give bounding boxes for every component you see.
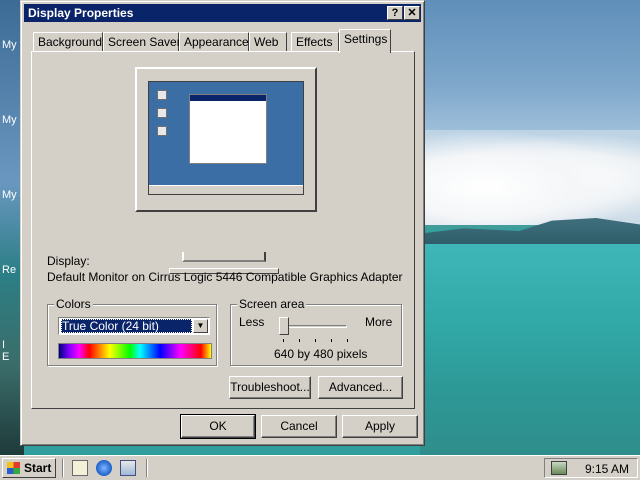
preview-desktop-icon <box>157 90 167 100</box>
clock[interactable]: 9:15 AM <box>585 462 629 476</box>
color-spectrum-preview <box>58 343 212 359</box>
desktop-wallpaper-sky <box>420 0 640 140</box>
display-adapter-value: Default Monitor on Cirrus Logic 5446 Com… <box>47 270 403 284</box>
tab-settings[interactable]: Settings <box>339 29 391 53</box>
monitor-preview-screen <box>148 81 304 195</box>
settings-panel: Display: Default Monitor on Cirrus Logic… <box>31 51 415 409</box>
taskbar: Start 9:15 AM <box>0 455 640 480</box>
slider-tick <box>347 339 348 342</box>
monitor-preview <box>135 67 317 212</box>
slider-tick <box>299 339 300 342</box>
preview-window <box>189 94 267 164</box>
show-desktop-icon[interactable] <box>72 460 88 476</box>
desktop-icon-label-internet-explorer-2[interactable]: E <box>2 351 9 363</box>
start-label: Start <box>24 461 52 475</box>
slider-tick <box>331 339 332 342</box>
monitor-stand-neck <box>182 252 266 262</box>
chevron-down-icon[interactable]: ▼ <box>193 319 208 333</box>
title-bar[interactable]: Display Properties ? ✕ <box>24 4 421 22</box>
tab-screen-saver[interactable]: Screen Saver <box>103 32 181 51</box>
taskbar-divider <box>146 459 148 477</box>
cancel-button[interactable]: Cancel <box>261 415 337 438</box>
ok-button[interactable]: OK <box>180 414 256 439</box>
preview-window-titlebar <box>190 95 266 101</box>
colors-group-title: Colors <box>54 297 93 311</box>
slider-more-label: More <box>365 315 393 329</box>
apply-button[interactable]: Apply <box>342 415 418 438</box>
preview-desktop-icon <box>157 126 167 136</box>
tab-web[interactable]: Web <box>249 32 287 51</box>
preview-taskbar <box>149 185 303 194</box>
outlook-express-icon[interactable] <box>120 460 136 476</box>
tab-effects[interactable]: Effects <box>291 32 339 51</box>
slider-tick <box>283 339 284 342</box>
preview-desktop-icon <box>157 108 167 118</box>
troubleshoot-button[interactable]: Troubleshoot... <box>229 376 311 399</box>
colors-selected-value: True Color (24 bit) <box>61 319 192 333</box>
start-button[interactable]: Start <box>2 458 56 478</box>
taskbar-divider <box>62 459 64 477</box>
desktop-icon-label-recycle-bin[interactable]: Re <box>2 264 16 276</box>
close-button[interactable]: ✕ <box>404 6 420 20</box>
slider-less-label: Less <box>239 315 265 329</box>
colors-group: Colors True Color (24 bit) ▼ <box>47 297 217 366</box>
screen-area-slider-thumb[interactable] <box>279 317 289 335</box>
display-properties-window: Display Properties ? ✕ Background Screen… <box>20 0 425 446</box>
desktop-wallpaper-clouds <box>420 130 640 225</box>
windows-logo-icon <box>7 462 20 474</box>
tab-appearance[interactable]: Appearance <box>179 32 249 51</box>
tab-background[interactable]: Background <box>33 32 103 51</box>
screen-area-slider-track[interactable] <box>283 325 347 328</box>
advanced-button[interactable]: Advanced... <box>318 376 403 399</box>
internet-explorer-icon[interactable] <box>96 460 112 476</box>
desktop-icon-label-internet-explorer-1[interactable]: I <box>2 339 5 351</box>
window-title: Display Properties <box>28 6 134 20</box>
display-settings-tray-icon[interactable] <box>551 461 567 475</box>
desktop-icon-label-my-computer[interactable]: My <box>2 114 17 126</box>
desktop-wallpaper-sea <box>420 244 640 455</box>
colors-dropdown[interactable]: True Color (24 bit) ▼ <box>58 317 210 335</box>
desktop-icon-label-my-network[interactable]: My <box>2 189 17 201</box>
slider-tick <box>315 339 316 342</box>
display-label: Display: <box>47 254 90 268</box>
help-button[interactable]: ? <box>387 6 403 20</box>
resolution-text: 640 by 480 pixels <box>274 347 368 361</box>
screen-area-group-title: Screen area <box>237 297 307 311</box>
system-tray: 9:15 AM <box>544 458 638 478</box>
screen-area-group: Screen area Less More 640 by 480 pixels <box>230 297 402 366</box>
